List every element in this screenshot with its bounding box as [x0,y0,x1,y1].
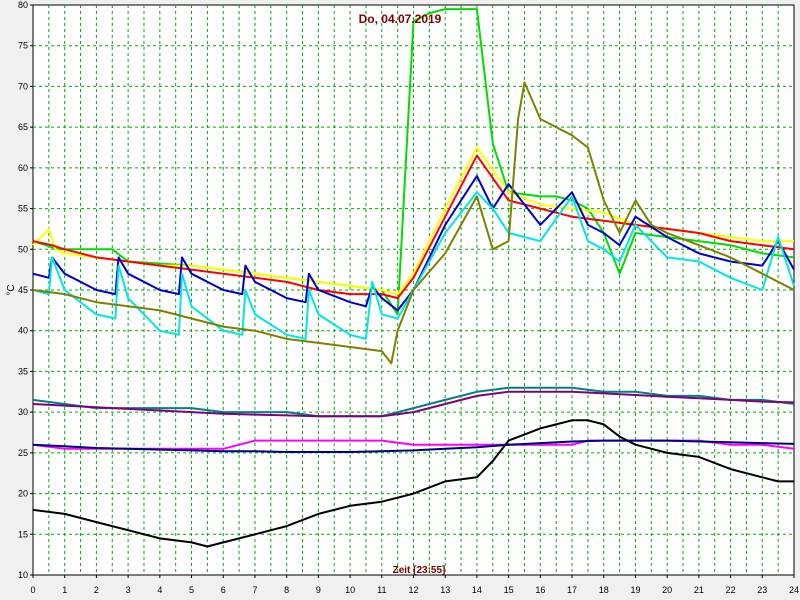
x-tick-label: 13 [440,585,450,595]
x-tick-label: 7 [252,585,257,595]
x-tick-label: 24 [789,585,799,595]
y-tick-label: 30 [18,407,28,417]
x-tick-label: 10 [345,585,355,595]
x-axis-label: Zeit [23:55] [393,565,446,576]
y-tick-label: 50 [18,244,28,254]
x-tick-label: 11 [377,585,386,595]
x-tick-label: 22 [726,585,736,595]
y-tick-label: 20 [18,489,28,499]
y-tick-label: 15 [18,529,28,539]
x-tick-label: 2 [94,585,99,595]
y-tick-label: 75 [18,41,28,51]
x-tick-label: 19 [630,585,640,595]
x-tick-label: 4 [157,585,162,595]
x-tick-label: 12 [408,585,418,595]
y-tick-label: 40 [18,326,28,336]
temperature-chart: 101520253035404550556065707580 012345678… [6,0,799,595]
y-tick-label: 25 [18,448,28,458]
x-tick-label: 16 [535,585,545,595]
y-tick-labels: 10 15 20 25 30 35 40 45 50 55 60 65 70 75 80 [18,0,33,580]
x-tick-labels: 0 1 2 3 4 5 6 7 8 9 10 11 12 13 14 15 16 17 18 19 20 21 22 23 24 [30,575,799,595]
x-tick-label: 14 [472,585,482,595]
y-tick-label: 10 [18,570,28,580]
x-tick-label: 1 [62,585,67,595]
y-tick-label: 55 [18,204,28,214]
x-tick-label: 15 [504,585,514,595]
y-tick-label: 80 [18,0,28,10]
chart-title: Do, 04.07.2019 [359,12,442,26]
x-tick-label: 0 [30,585,35,595]
x-tick-label: 6 [221,585,226,595]
y-tick-label: 35 [18,366,28,376]
y-tick-label: 65 [18,122,28,132]
x-tick-label: 23 [757,585,767,595]
x-tick-label: 5 [189,585,194,595]
x-tick-label: 21 [694,585,704,595]
x-tick-label: 3 [126,585,131,595]
x-tick-label: 20 [662,585,672,595]
x-tick-label: 8 [284,585,289,595]
y-tick-label: 45 [18,285,28,295]
x-tick-label: 9 [316,585,321,595]
y-axis-label: °C [6,284,17,295]
y-tick-label: 60 [18,163,28,173]
y-tick-label: 70 [18,81,28,91]
x-tick-label: 17 [567,585,577,595]
x-tick-label: 18 [599,585,609,595]
